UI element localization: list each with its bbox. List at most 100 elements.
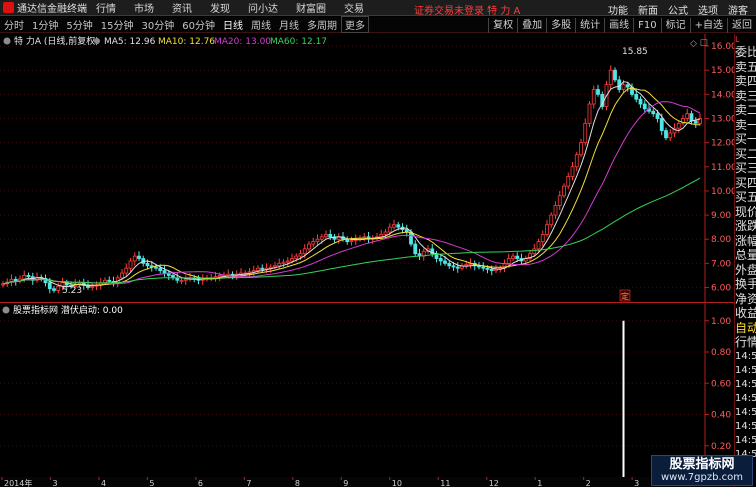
y-tick-label: 16.00 bbox=[711, 42, 734, 52]
period-tick[interactable]: 分时 bbox=[0, 17, 28, 32]
menu-guest[interactable]: 游客 bbox=[728, 2, 748, 17]
app-title: 通达信金融终端 bbox=[17, 4, 87, 15]
marker-badge[interactable]: 定 bbox=[621, 291, 629, 301]
candle-body bbox=[290, 258, 294, 262]
candle-body bbox=[319, 236, 324, 240]
menu-new-page[interactable]: 新面 bbox=[638, 2, 658, 17]
menu-options[interactable]: 选项 bbox=[698, 2, 718, 17]
site-watermark: 股票指标网 www.7gpzb.com bbox=[651, 455, 753, 486]
x-tick-label: 2014年 bbox=[4, 478, 32, 487]
login-status: 证券交易未登录 特 力 A bbox=[414, 6, 521, 17]
f10-button[interactable]: F10 bbox=[633, 17, 660, 33]
trade-time: 14:56 bbox=[735, 364, 756, 376]
add-favorite-button[interactable]: +自选 bbox=[689, 17, 727, 33]
menu-formula[interactable]: 公式 bbox=[668, 2, 688, 17]
sidebar-item: 总量 bbox=[735, 248, 756, 262]
candle-body bbox=[315, 238, 320, 243]
mark-button[interactable]: 标记 bbox=[660, 17, 690, 33]
y-tick-label: 12.00 bbox=[711, 139, 734, 149]
indicator-chart[interactable]: 1.00 0.80 0.60 0.40 0.20 股票指标网 潜伏启动: 0.00 bbox=[0, 302, 734, 477]
y-tick-label: 7.00 bbox=[711, 259, 731, 269]
back-button[interactable]: 返回 bbox=[727, 17, 756, 33]
candle-body bbox=[311, 241, 316, 245]
candle-body bbox=[383, 231, 388, 235]
auto-quote-toggle[interactable]: 自动 bbox=[735, 321, 756, 336]
candle-body bbox=[485, 267, 490, 270]
period-monthly[interactable]: 月线 bbox=[275, 17, 303, 32]
indicator-settings-icon[interactable] bbox=[2, 306, 10, 314]
candle-body bbox=[545, 224, 549, 235]
quote-sidebar: L 委比 卖五 卖四 卖三 卖二 卖一 买一 买二 买三 买四 买五 现价 涨跌… bbox=[734, 34, 756, 487]
candle-body bbox=[392, 224, 396, 228]
candle-body bbox=[281, 261, 286, 264]
multi-stock-button[interactable]: 多股 bbox=[546, 17, 575, 33]
period-30min[interactable]: 30分钟 bbox=[137, 17, 178, 32]
candle-body bbox=[409, 231, 413, 245]
candle-body bbox=[22, 275, 27, 280]
period-multi[interactable]: 多周期 bbox=[303, 17, 341, 32]
chart-toolbar: 分时 1分钟 5分钟 15分钟 30分钟 60分钟 日线 周线 月线 多周期 更… bbox=[0, 16, 756, 33]
candle-body bbox=[324, 233, 328, 238]
candle-body bbox=[107, 279, 112, 282]
candle-body bbox=[451, 265, 456, 268]
price-chart[interactable]: 16.00 15.00 14.00 13.00 12.00 11.00 10.00 9.00 8… bbox=[0, 34, 737, 302]
period-weekly[interactable]: 周线 bbox=[247, 17, 275, 32]
x-tick-label: 9 bbox=[343, 479, 348, 487]
candle-body bbox=[26, 275, 31, 278]
overlay-button[interactable]: 叠加 bbox=[517, 17, 546, 33]
title-bar: 通达信金融终端 行情 市场 资讯 发现 问小达 财富圈 交易 证券交易未登录 特… bbox=[0, 0, 756, 17]
candle-body bbox=[349, 240, 354, 243]
ma5-label: MA5: 12.96 bbox=[104, 37, 156, 47]
candle-body bbox=[655, 113, 660, 119]
x-tick-label: 12 bbox=[489, 479, 499, 487]
ma20-label: MA20: 13.00 bbox=[214, 37, 271, 47]
candle-body bbox=[145, 262, 150, 267]
menu-item-discover[interactable]: 发现 bbox=[201, 0, 239, 15]
candle-body bbox=[52, 288, 56, 291]
candle-body bbox=[13, 278, 18, 282]
menu-item-exchange[interactable]: 市场 bbox=[125, 0, 163, 15]
candle-body bbox=[256, 267, 260, 272]
price-chart-svg[interactable]: 16.00 15.00 14.00 13.00 12.00 11.00 10.00 9.00 8… bbox=[0, 34, 737, 302]
sidebar-item: 净资 bbox=[735, 291, 756, 306]
sidebar-item: 现价 bbox=[735, 204, 756, 219]
menu-item-trade[interactable]: 交易 bbox=[335, 0, 373, 15]
candle-body bbox=[659, 118, 664, 131]
period-60min[interactable]: 60分钟 bbox=[178, 17, 219, 32]
trade-time: 14:56 bbox=[735, 392, 756, 404]
period-5min[interactable]: 5分钟 bbox=[62, 17, 96, 32]
settings-icon[interactable] bbox=[3, 37, 11, 45]
candle-body bbox=[455, 266, 460, 269]
period-15min[interactable]: 15分钟 bbox=[97, 17, 138, 32]
menu-item-wealth[interactable]: 财富圈 bbox=[287, 0, 335, 15]
x-tick-label: 11 bbox=[440, 479, 450, 487]
candle-body bbox=[532, 248, 537, 255]
adjust-button[interactable]: 复权 bbox=[488, 17, 517, 33]
menu-item-ask[interactable]: 问小达 bbox=[239, 0, 287, 15]
menu-item-news[interactable]: 资讯 bbox=[163, 0, 201, 15]
period-daily[interactable]: 日线 bbox=[219, 17, 247, 32]
menu-item-market[interactable]: 行情 bbox=[87, 0, 125, 15]
candle-body bbox=[574, 154, 579, 168]
candle-body bbox=[179, 279, 184, 282]
indicator-chart-svg[interactable]: 1.00 0.80 0.60 0.40 0.20 股票指标网 潜伏启动: 0.00 bbox=[0, 302, 734, 477]
panel-menu-icon[interactable]: ◇ ☐ bbox=[690, 39, 708, 49]
candle-body bbox=[515, 255, 520, 259]
menu-function[interactable]: 功能 bbox=[608, 2, 628, 17]
trade-time: 14:56 bbox=[735, 434, 756, 446]
candle-body bbox=[613, 69, 617, 81]
y-tick-label: 13.00 bbox=[711, 115, 734, 125]
ma-settings-icon[interactable] bbox=[94, 38, 100, 44]
period-more[interactable]: 更多 bbox=[340, 16, 369, 33]
period-1min[interactable]: 1分钟 bbox=[28, 17, 62, 32]
draw-line-button[interactable]: 画线 bbox=[604, 17, 633, 33]
stats-button[interactable]: 统计 bbox=[575, 17, 604, 33]
y-tick-label: 0.20 bbox=[711, 442, 731, 452]
sidebar-item: 涨幅 bbox=[735, 233, 756, 248]
candle-body bbox=[396, 224, 401, 228]
y-tick-label: 6.00 bbox=[711, 284, 731, 294]
candle-body bbox=[162, 270, 167, 274]
time-axis: 2014年34567891011121234 bbox=[0, 477, 734, 487]
sidebar-item: 卖四 bbox=[735, 74, 756, 88]
candle-body bbox=[506, 258, 511, 264]
